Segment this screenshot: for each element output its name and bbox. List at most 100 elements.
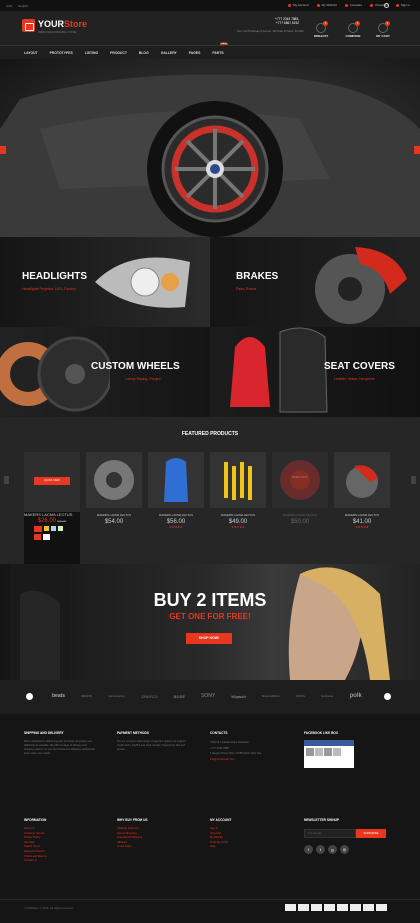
- visa-icon: [285, 904, 296, 911]
- quick-view-button[interactable]: QUICK VIEW: [34, 477, 70, 485]
- search-icon[interactable]: [384, 3, 389, 8]
- cart-button[interactable]: 0 MY CART: [368, 21, 398, 38]
- compare-button[interactable]: 0 COMPARE: [338, 21, 368, 38]
- nav-listing[interactable]: LISTING: [83, 46, 100, 60]
- category-tile-brakes[interactable]: BRAKES Pads, Rotors: [210, 237, 420, 327]
- product-card[interactable]: MAKERS LACMA LECTUS $56.00 ★★★★★: [148, 452, 204, 529]
- brand-logo[interactable]: beats: [52, 693, 65, 699]
- brand-logos: beats DENON harman/kardon SPARCO BOSE SO…: [52, 693, 362, 699]
- product-price: $50.00: [290, 519, 310, 525]
- nav-pages[interactable]: PAGES: [187, 46, 203, 60]
- swatch-blue[interactable]: [51, 526, 56, 531]
- hero-slider: [0, 59, 420, 237]
- category-title: BRAKES: [236, 271, 279, 282]
- contact-email[interactable]: info@mydomain.com: [210, 757, 290, 763]
- seat-image: [230, 327, 328, 413]
- category-title: CUSTOM WHEELS: [91, 361, 180, 372]
- product-card[interactable]: QUICK VIEW MAKERS LACMA LECTUS $26.00 $3…: [24, 452, 80, 564]
- brand-logo[interactable]: SONUS: [296, 695, 305, 698]
- product-card[interactable]: MAKERS LACMA LECTUS $54.00: [86, 452, 142, 525]
- category-subtitle: Luxury Racing, Forged: [125, 377, 161, 381]
- category-subtitle: Pads, Rotors: [236, 287, 257, 291]
- compare-link[interactable]: Compare: [344, 3, 362, 7]
- cart-icon: 0: [378, 21, 390, 33]
- payment-icons: [283, 904, 387, 912]
- my-account-link[interactable]: My Account: [288, 3, 309, 7]
- product-card[interactable]: MAKERS LACMA LECTUS $41.00 ★★★★★: [334, 452, 390, 529]
- brand-logo[interactable]: DENON: [81, 694, 92, 698]
- featured-next-arrow[interactable]: [411, 476, 416, 484]
- product-old-price: $36.00: [57, 519, 67, 523]
- nav-parts[interactable]: PARTS SALE: [210, 43, 228, 60]
- category-tile-headlights[interactable]: HEADLIGHTS Headlights Projector, LED, Fa…: [0, 237, 210, 327]
- hero-prev-arrow[interactable]: [0, 146, 6, 154]
- logo-tagline: PREMIUM ECOMMERCE STORE: [38, 31, 77, 34]
- headlight-image: [95, 257, 190, 308]
- cart-count: 0: [385, 21, 390, 26]
- mastercard-icon: [311, 904, 322, 911]
- wishlist-button[interactable]: 0 WISHLIST: [306, 21, 336, 38]
- heart-icon: 0: [316, 21, 328, 33]
- nav-gallery[interactable]: GALLERY: [159, 46, 179, 60]
- facebook-like-box[interactable]: [304, 740, 354, 768]
- footer-heading: SHIPPING AND DELIVERY: [24, 731, 64, 735]
- top-bar: USD English My Account My Wishlist Compa…: [0, 0, 420, 12]
- footer-heading: CONTACTS: [210, 731, 228, 735]
- check-icon: [370, 3, 374, 7]
- nav-layout[interactable]: LAYOUT: [22, 46, 40, 60]
- twitter-icon[interactable]: t: [316, 845, 325, 854]
- brand-logo[interactable]: BOSE: [174, 694, 185, 699]
- hero-car-image: [0, 74, 420, 237]
- product-rating: ★★★★★: [169, 525, 183, 529]
- footer-payment: PAYMENT METHODS For our country's wide r…: [117, 731, 187, 752]
- top-links: My Account My Wishlist Compare Checkout …: [288, 3, 410, 7]
- hero-next-arrow[interactable]: [414, 146, 420, 154]
- category-title: HEADLIGHTS: [22, 271, 87, 282]
- brand-logo[interactable]: polk: [350, 693, 362, 699]
- sold-out-badge: SOLD OUT: [290, 470, 310, 490]
- phone-2: +777 6867 5152: [275, 21, 299, 25]
- brand-logo[interactable]: Bowers&Wilkins: [262, 695, 280, 698]
- logo-icon[interactable]: [22, 19, 35, 32]
- brand-logo[interactable]: SONY: [201, 693, 215, 699]
- brand-logo[interactable]: Klipsch: [231, 694, 245, 699]
- logo-text[interactable]: YOURStore: [38, 19, 87, 29]
- swatch-green[interactable]: [58, 526, 63, 531]
- category-tile-seat-covers[interactable]: SEAT COVERS Leather, Velour, Neoprene: [210, 327, 420, 417]
- featured-prev-arrow[interactable]: [4, 476, 9, 484]
- product-image: [210, 452, 266, 508]
- product-card[interactable]: SOLD OUT MAKERS LACMA LECTUS $50.00: [272, 452, 328, 525]
- product-image: QUICK VIEW: [24, 452, 80, 512]
- instagram-icon[interactable]: ◎: [340, 845, 349, 854]
- nav-blog[interactable]: BLOG: [137, 46, 151, 60]
- brands-prev-arrow[interactable]: [26, 693, 33, 700]
- google-plus-icon[interactable]: g: [328, 845, 337, 854]
- my-wishlist-link[interactable]: My Wishlist: [316, 3, 337, 7]
- brands-next-arrow[interactable]: [384, 693, 391, 700]
- shop-now-button[interactable]: SHOP NOW!: [186, 633, 232, 644]
- category-tile-custom-wheels[interactable]: CUSTOM WHEELS Luxury Racing, Forged: [0, 327, 210, 417]
- subscribe-button[interactable]: SUBSCRIBE: [356, 829, 386, 838]
- brand-logo[interactable]: Sennheiser: [321, 695, 334, 698]
- swatch-yellow[interactable]: [44, 526, 49, 531]
- discover-icon: [337, 904, 348, 911]
- nav-prototypes[interactable]: PROTOTYPES: [48, 46, 75, 60]
- facebook-icon[interactable]: f: [304, 845, 313, 854]
- footer-link[interactable]: Contact Us: [24, 859, 94, 864]
- wishlist-icon[interactable]: [34, 534, 41, 540]
- nav-product[interactable]: PRODUCT: [108, 46, 129, 60]
- newsletter-email-input[interactable]: Your E-mail: [304, 829, 356, 838]
- main-nav: LAYOUT PROTOTYPES LISTING PRODUCT BLOG G…: [0, 43, 420, 60]
- brand-logo[interactable]: harman/kardon: [108, 695, 125, 698]
- language-select[interactable]: English: [18, 4, 28, 8]
- add-to-cart-icon[interactable]: [34, 526, 42, 532]
- brand-logo[interactable]: SPARCO: [141, 694, 158, 699]
- product-name: MAKERS LACMA LECTUS: [221, 513, 255, 517]
- sign-in-link[interactable]: Sign in: [395, 3, 410, 7]
- product-card[interactable]: MAKERS LACMA LECTUS $49.00 ★★★★★: [210, 452, 266, 529]
- currency-select[interactable]: USD: [6, 4, 12, 8]
- promo-subtitle: GET ONE FOR FREE!: [169, 612, 251, 621]
- footer-link[interactable]: Group Sales: [117, 845, 187, 850]
- compare-icon[interactable]: [43, 534, 50, 540]
- footer-link[interactable]: Help: [210, 845, 280, 850]
